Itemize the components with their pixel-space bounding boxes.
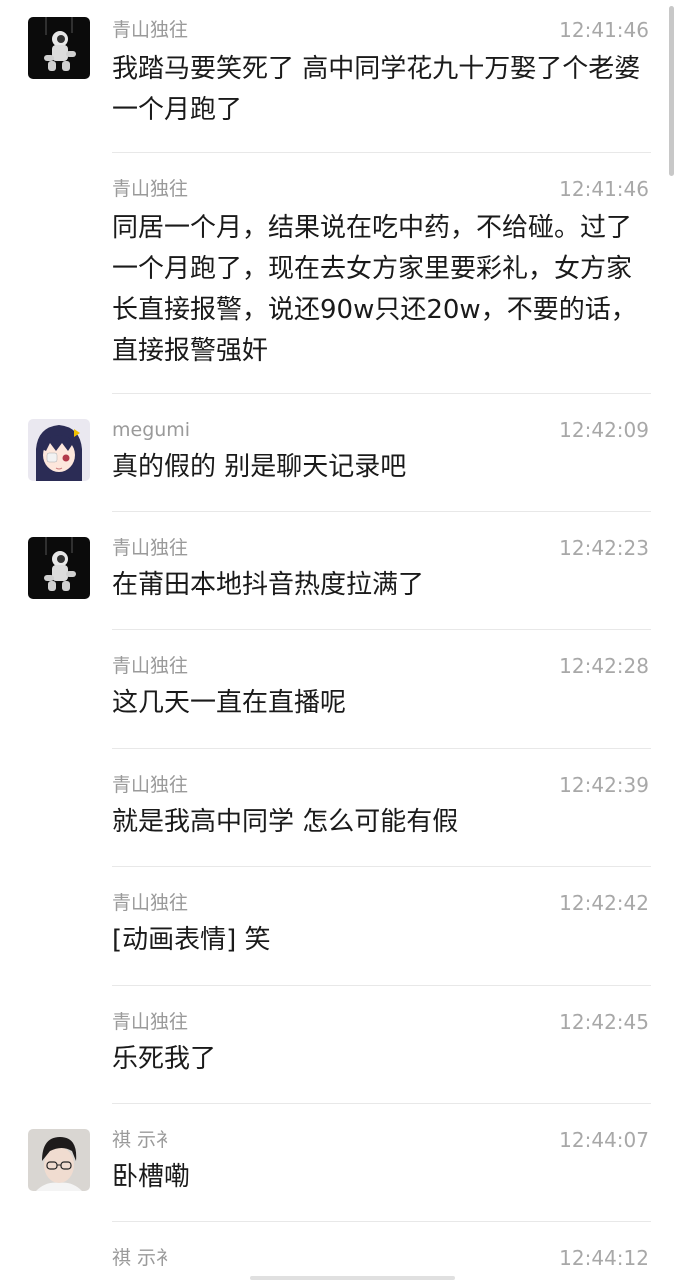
message-text: 这几天一直在直播呢 <box>112 688 347 718</box>
message-item[interactable]: 青山独往 12:41:46 同居一个月，结果说在吃中药，不给碰。过了一个月跑了，… <box>0 176 679 376</box>
message-sender: 青山独往 <box>112 178 189 200</box>
message-text: 同居一个月，结果说在吃中药，不给碰。过了一个月跑了，现在去女方家里要彩礼，女方家… <box>112 213 637 366</box>
message-text: 卧槽嘞 <box>112 1162 191 1192</box>
message-divider <box>112 748 651 749</box>
avatar[interactable] <box>28 419 90 481</box>
young-man-avatar-icon <box>28 1129 90 1191</box>
message-time: 12:42:28 <box>559 654 649 678</box>
message-sender: 青山独往 <box>112 19 189 41</box>
scrollbar-thumb[interactable] <box>669 6 674 176</box>
message-divider <box>112 866 651 867</box>
message-sender: megumi <box>112 419 191 441</box>
message-item[interactable]: 青山独往 12:42:23 在莆田本地抖音热度拉满了 <box>0 535 679 610</box>
message-item[interactable]: 青山独往 12:42:45 乐死我了 <box>0 1009 679 1084</box>
message-time: 12:41:46 <box>559 177 649 201</box>
message-item[interactable]: 青山独往 12:41:46 我踏马要笑死了 高中同学花九十万娶了个老婆 一个月跑… <box>0 17 679 127</box>
message-item[interactable]: megumi 12:42:09 真的假的 别是聊天记录吧 <box>0 417 679 492</box>
message-sender: 青山独往 <box>112 1011 189 1033</box>
message-time: 12:42:39 <box>559 773 649 797</box>
message-item[interactable]: 青山独往 12:42:28 这几天一直在直播呢 <box>0 653 679 728</box>
home-indicator <box>250 1276 455 1280</box>
message-divider <box>112 393 651 394</box>
message-text: [动画表情] 笑 <box>112 925 271 955</box>
avatar[interactable] <box>28 1129 90 1191</box>
message-time: 12:44:12 <box>559 1246 649 1270</box>
message-time: 12:42:09 <box>559 418 649 442</box>
astronaut-avatar-icon <box>28 537 90 599</box>
avatar[interactable] <box>28 537 90 599</box>
message-sender: 祺 示衤 <box>112 1129 176 1151</box>
message-time: 12:41:46 <box>559 18 649 42</box>
message-item[interactable]: 青山独往 12:42:42 [动画表情] 笑 <box>0 890 679 965</box>
message-text: 真的假的 别是聊天记录吧 <box>112 452 407 482</box>
message-divider <box>112 1221 651 1222</box>
message-divider <box>112 511 651 512</box>
message-time: 12:42:42 <box>559 891 649 915</box>
message-text: 我踏马要笑死了 高中同学花九十万娶了个老婆 一个月跑了 <box>112 54 641 125</box>
message-text: 在莆田本地抖音热度拉满了 <box>112 570 425 600</box>
message-sender: 青山独往 <box>112 655 189 677</box>
message-sender: 青山独往 <box>112 892 189 914</box>
message-time: 12:44:07 <box>559 1128 649 1152</box>
message-divider <box>112 985 651 986</box>
message-item[interactable]: 祺 示衤 12:44:07 卧槽嘞 <box>0 1127 679 1202</box>
message-sender: 祺 示衤 <box>112 1247 176 1269</box>
message-sender: 青山独往 <box>112 537 189 559</box>
message-time: 12:42:45 <box>559 1010 649 1034</box>
avatar[interactable] <box>28 17 90 79</box>
message-item[interactable]: 青山独往 12:42:39 就是我高中同学 怎么可能有假 <box>0 772 679 847</box>
message-divider <box>112 1103 651 1104</box>
message-text: 乐死我了 <box>112 1044 217 1074</box>
message-time: 12:42:23 <box>559 536 649 560</box>
anime-girl-avatar-icon <box>28 419 90 481</box>
message-text: 就是我高中同学 怎么可能有假 <box>112 807 459 837</box>
message-sender: 青山独往 <box>112 774 189 796</box>
astronaut-avatar-icon <box>28 17 90 79</box>
message-divider <box>112 152 651 153</box>
message-item[interactable]: 祺 示衤 12:44:12 <box>0 1245 679 1280</box>
message-divider <box>112 629 651 630</box>
